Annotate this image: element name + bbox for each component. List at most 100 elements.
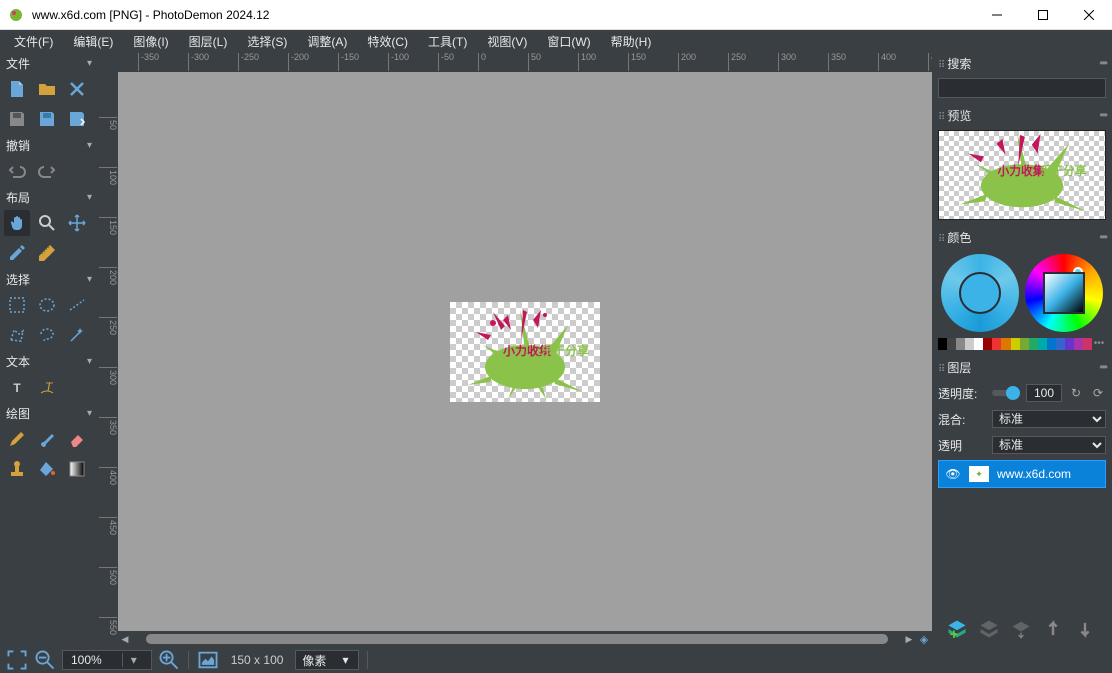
blend-mode-select[interactable]: 标准 xyxy=(992,410,1106,428)
stamp-tool[interactable] xyxy=(4,456,30,482)
toolbox-text-header[interactable]: 文本▾ xyxy=(0,350,98,372)
redo-button[interactable] xyxy=(34,158,60,184)
pencil-tool[interactable] xyxy=(4,426,30,452)
swatch[interactable] xyxy=(956,338,965,350)
search-panel-header[interactable]: ⠿搜索••• xyxy=(932,52,1112,74)
text-path-tool[interactable]: T xyxy=(34,374,60,400)
scroll-right-icon[interactable]: ▶ xyxy=(902,634,916,645)
search-input[interactable] xyxy=(938,78,1106,98)
open-file-button[interactable] xyxy=(34,76,60,102)
save-all-button[interactable] xyxy=(64,106,90,132)
delete-layer-button[interactable] xyxy=(978,618,1000,640)
canvas[interactable]: 小力收集 乐于分享 xyxy=(450,302,600,402)
text-tool[interactable]: T xyxy=(4,374,30,400)
swatch-more-icon[interactable]: ••• xyxy=(1092,338,1106,350)
ellipse-select-tool[interactable] xyxy=(34,292,60,318)
swatch[interactable] xyxy=(983,338,992,350)
close-file-button[interactable] xyxy=(64,76,90,102)
unit-select[interactable]: 像素▾ xyxy=(295,650,359,670)
zoom-tool[interactable] xyxy=(34,210,60,236)
menu-edit[interactable]: 编辑(E) xyxy=(63,31,123,52)
menu-image[interactable]: 图像(I) xyxy=(123,31,178,52)
brush-tool[interactable] xyxy=(34,426,60,452)
toolbox-undo-header[interactable]: 撤销▾ xyxy=(0,134,98,156)
gradient-tool[interactable] xyxy=(64,456,90,482)
menu-effects[interactable]: 特效(C) xyxy=(357,31,418,52)
close-button[interactable] xyxy=(1066,0,1112,30)
scroll-left-icon[interactable]: ◀ xyxy=(118,634,132,645)
swatch[interactable] xyxy=(1047,338,1056,350)
merge-down-button[interactable] xyxy=(1010,618,1032,640)
panel-menu-icon[interactable]: ••• xyxy=(1099,108,1106,122)
menu-window[interactable]: 窗口(W) xyxy=(537,31,600,52)
add-layer-button[interactable]: + xyxy=(946,618,968,640)
swatch[interactable] xyxy=(992,338,1001,350)
opacity-slider[interactable] xyxy=(992,390,1020,396)
panel-menu-icon[interactable]: ••• xyxy=(1099,360,1106,374)
toolbox-select-header[interactable]: 选择▾ xyxy=(0,268,98,290)
canvas-viewport[interactable]: 小力收集 乐于分享 xyxy=(118,72,932,631)
toolbox-draw-header[interactable]: 绘图▾ xyxy=(0,402,98,424)
eyedropper-tool[interactable] xyxy=(4,240,30,266)
layer-down-button[interactable] xyxy=(1074,618,1096,640)
poly-select-tool[interactable] xyxy=(4,322,30,348)
menu-file[interactable]: 文件(F) xyxy=(4,31,63,52)
save-copy-button[interactable] xyxy=(34,106,60,132)
swatch[interactable] xyxy=(1029,338,1038,350)
swatch[interactable] xyxy=(1020,338,1029,350)
swatch[interactable] xyxy=(974,338,983,350)
hue-indicator[interactable] xyxy=(1073,267,1083,277)
opacity-link-icon[interactable]: ⟳ xyxy=(1090,385,1106,401)
swatch[interactable] xyxy=(1083,338,1092,350)
swatch[interactable] xyxy=(1056,338,1065,350)
ruler-horizontal[interactable]: -350 -300 -250 -200 -150 -100 -50 0 50 1… xyxy=(118,52,932,72)
menu-layer[interactable]: 图层(L) xyxy=(179,31,238,52)
swatch[interactable] xyxy=(1001,338,1010,350)
undo-button[interactable] xyxy=(4,158,30,184)
menu-view[interactable]: 视图(V) xyxy=(477,31,537,52)
hand-tool[interactable] xyxy=(4,210,30,236)
swatch[interactable] xyxy=(965,338,974,350)
slider-knob[interactable] xyxy=(1006,386,1020,400)
menu-adjust[interactable]: 调整(A) xyxy=(297,31,357,52)
swatch[interactable] xyxy=(947,338,956,350)
layer-up-button[interactable] xyxy=(1042,618,1064,640)
measure-tool[interactable] xyxy=(34,240,60,266)
zoom-select[interactable]: 100%▾ xyxy=(62,650,152,670)
ruler-vertical[interactable]: 50 100 150 200 250 300 350 400 450 500 5… xyxy=(98,72,118,647)
color-wheel-shade[interactable] xyxy=(941,254,1019,332)
preview-panel-header[interactable]: ⠿预览••• xyxy=(932,104,1112,126)
lasso-select-tool[interactable] xyxy=(34,322,60,348)
preview-thumbnail[interactable]: 小力收集 乐于分享 xyxy=(938,130,1106,220)
swatch[interactable] xyxy=(1011,338,1020,350)
rect-select-tool[interactable] xyxy=(4,292,30,318)
wand-select-tool[interactable] xyxy=(64,322,90,348)
maximize-button[interactable] xyxy=(1020,0,1066,30)
menu-tools[interactable]: 工具(T) xyxy=(418,31,477,52)
visibility-icon[interactable]: 👁 xyxy=(945,467,961,481)
zoom-in-button[interactable] xyxy=(158,649,180,671)
color-panel-header[interactable]: ⠿颜色••• xyxy=(932,226,1112,248)
menu-select[interactable]: 选择(S) xyxy=(237,31,297,52)
opacity-value[interactable]: 100 xyxy=(1026,384,1062,402)
move-tool[interactable] xyxy=(64,210,90,236)
toolbox-file-header[interactable]: 文件▾ xyxy=(0,52,98,74)
swatch[interactable] xyxy=(1074,338,1083,350)
eraser-tool[interactable] xyxy=(64,426,90,452)
panel-menu-icon[interactable]: ••• xyxy=(1099,230,1106,244)
color-wheel-hue[interactable] xyxy=(1025,254,1103,332)
fit-screen-button[interactable] xyxy=(6,649,28,671)
menu-help[interactable]: 帮助(H) xyxy=(601,31,662,52)
panel-menu-icon[interactable]: ••• xyxy=(1099,56,1106,70)
toolbox-layout-header[interactable]: 布局▾ xyxy=(0,186,98,208)
swatch[interactable] xyxy=(1038,338,1047,350)
fill-tool[interactable] xyxy=(34,456,60,482)
zoom-out-button[interactable] xyxy=(34,649,56,671)
layer-item[interactable]: 👁 ✦ www.x6d.com xyxy=(938,460,1106,488)
alpha-mode-select[interactable]: 标准 xyxy=(992,436,1106,454)
new-file-button[interactable] xyxy=(4,76,30,102)
scrollbar-thumb[interactable] xyxy=(146,634,888,644)
image-info-icon[interactable] xyxy=(197,649,219,671)
swatch[interactable] xyxy=(938,338,947,350)
minimize-button[interactable] xyxy=(974,0,1020,30)
